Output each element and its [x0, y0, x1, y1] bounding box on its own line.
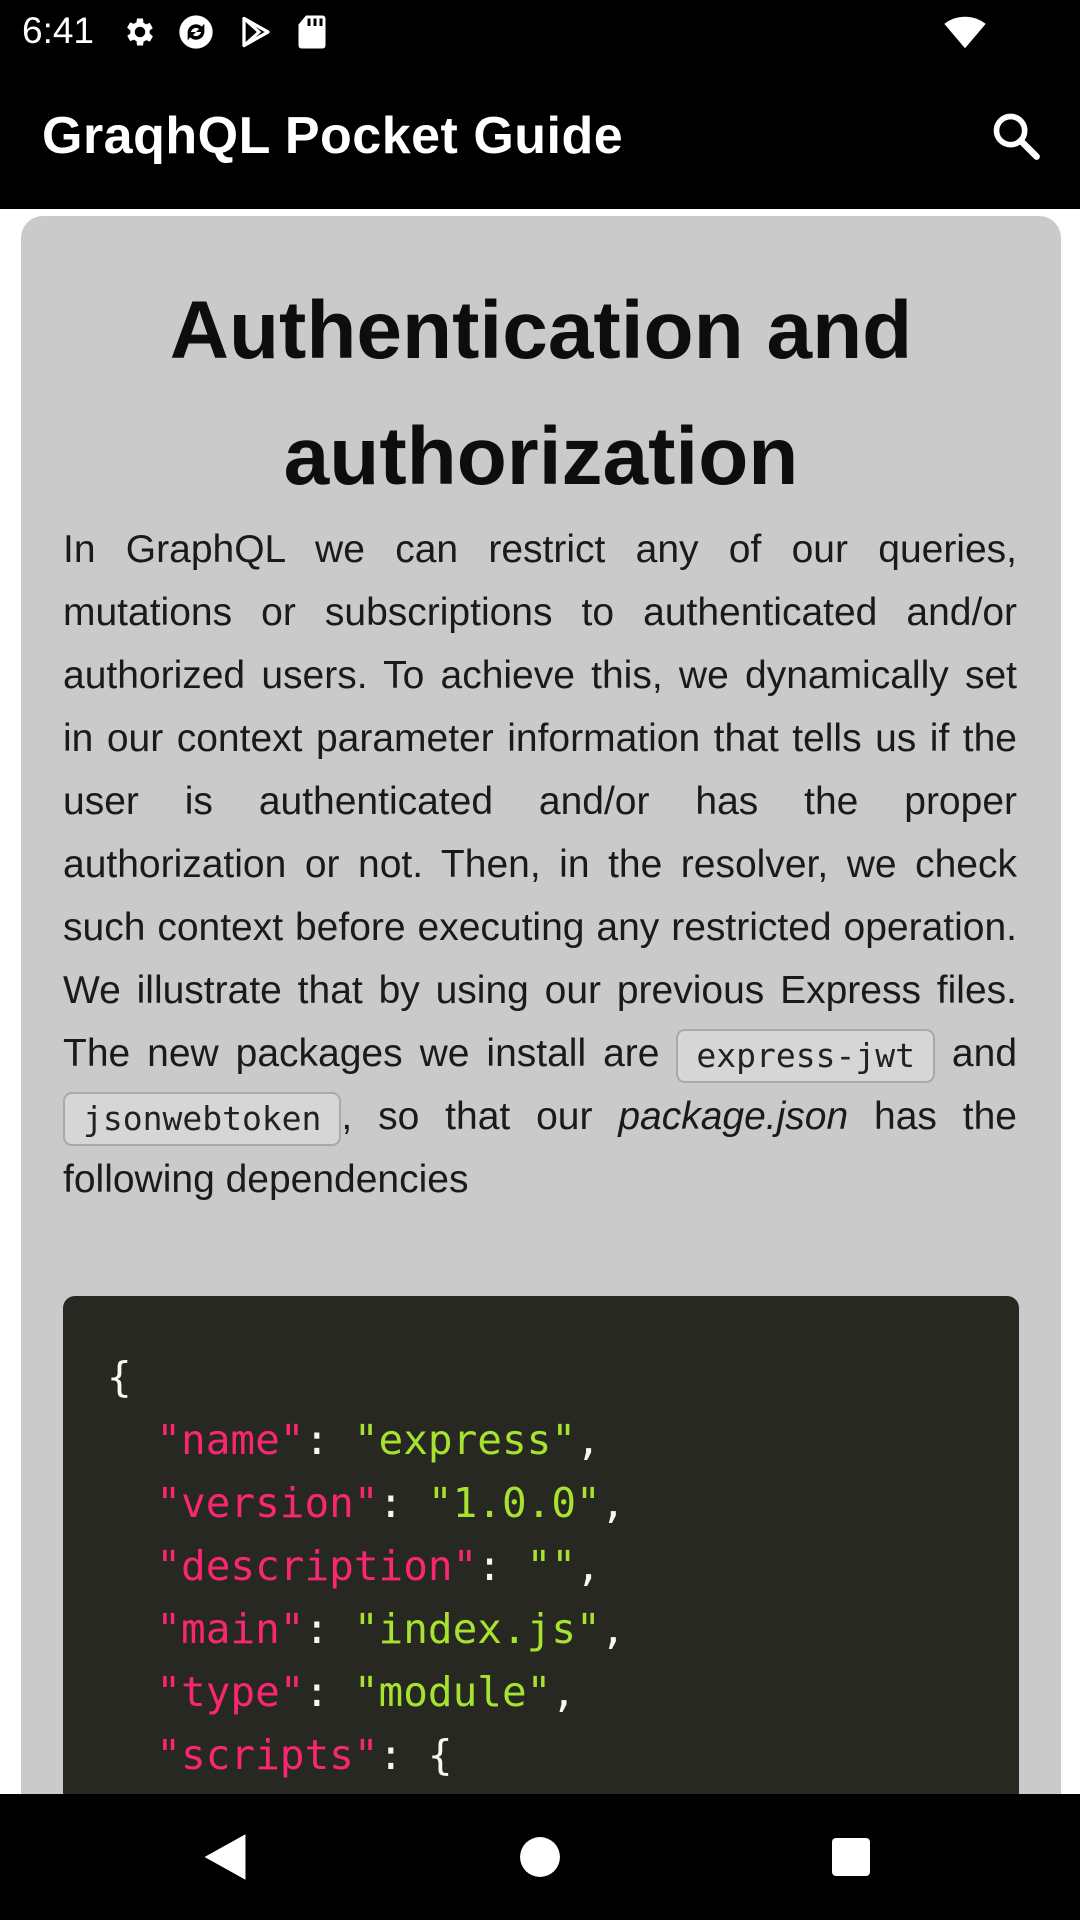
code-punctuation-token: , — [576, 1416, 601, 1464]
code-line: "main": "index.js", — [107, 1605, 625, 1653]
paragraph-text: and — [934, 1032, 1018, 1075]
code-line: "description": "", — [107, 1542, 601, 1590]
navigation-bar — [0, 1794, 1080, 1920]
code-string-token: "express" — [353, 1416, 577, 1464]
search-icon — [993, 113, 1040, 160]
code-punctuation-token: , — [600, 1479, 626, 1527]
recents-button[interactable] — [818, 1824, 884, 1890]
code-line: "version": "1.0.0", — [107, 1479, 625, 1527]
paragraph-text: , so that our — [341, 1095, 619, 1138]
app-bar: GraqhQL Pocket Guide — [0, 62, 1080, 209]
content-scroll-area[interactable]: Authentication and authorization In Grap… — [0, 209, 1080, 1794]
code-line: "scripts": { — [107, 1731, 453, 1779]
inline-code-express-jwt: express-jwt — [676, 1028, 935, 1083]
code-string-token: "" — [526, 1542, 577, 1590]
code-punctuation-token: : — [477, 1542, 527, 1590]
inline-code-jsonwebtoken: jsonwebtoken — [63, 1091, 342, 1146]
sd-card-icon — [292, 12, 332, 52]
article-card: Authentication and authorization In Grap… — [21, 216, 1061, 1794]
back-triangle-icon — [204, 1834, 246, 1880]
code-string-token: "1.0.0" — [427, 1479, 601, 1527]
article-paragraph: In GraphQL we can restrict any of our qu… — [63, 518, 1017, 1211]
code-punctuation-token: : — [304, 1605, 354, 1653]
code-line: { — [107, 1353, 132, 1401]
code-punctuation-token: , — [551, 1668, 577, 1716]
settings-gear-icon — [120, 12, 160, 52]
code-string-token: "index.js" — [353, 1605, 601, 1653]
code-punctuation-token: : { — [378, 1731, 453, 1779]
code-punctuation-token: , — [576, 1542, 601, 1590]
code-punctuation-token — [107, 1668, 156, 1716]
code-content: { "name": "express", "version": "1.0.0",… — [107, 1346, 897, 1794]
wifi-icon — [942, 12, 988, 52]
play-store-icon — [236, 12, 276, 52]
code-punctuation-token — [107, 1479, 156, 1527]
code-key-token: "scripts" — [156, 1731, 379, 1779]
code-punctuation-token — [107, 1605, 156, 1653]
code-punctuation-token — [107, 1731, 156, 1779]
status-time: 6:41 — [22, 10, 95, 51]
code-key-token: "name" — [156, 1416, 305, 1464]
app-title: GraqhQL Pocket Guide — [42, 107, 624, 165]
code-key-token: "version" — [156, 1479, 379, 1527]
back-button[interactable] — [192, 1824, 258, 1890]
search-button[interactable] — [984, 104, 1048, 168]
sync-app-icon — [176, 12, 216, 52]
code-string-token: "module" — [353, 1668, 552, 1716]
home-button[interactable] — [507, 1824, 573, 1890]
code-line: "type": "module", — [107, 1668, 576, 1716]
code-key-token: "description" — [156, 1542, 478, 1590]
code-punctuation-token — [107, 1542, 156, 1590]
article-title: Authentication and authorization — [169, 285, 913, 502]
paragraph-text: In GraphQL we can restrict any of our qu… — [63, 528, 1017, 1075]
status-bar: 6:41 — [0, 0, 1080, 62]
code-punctuation-token: , — [600, 1605, 626, 1653]
code-punctuation-token — [107, 1416, 156, 1464]
code-line: "name": "express", — [107, 1416, 601, 1464]
code-punctuation-token: : — [304, 1668, 354, 1716]
code-key-token: "main" — [156, 1605, 305, 1653]
home-circle-icon — [520, 1837, 560, 1877]
code-punctuation-token: : — [378, 1479, 428, 1527]
code-punctuation-token: { — [107, 1353, 132, 1401]
italic-filename: package.json — [618, 1095, 849, 1138]
code-punctuation-token: : — [304, 1416, 354, 1464]
code-key-token: "type" — [156, 1668, 305, 1716]
recents-square-icon — [832, 1838, 870, 1876]
code-block: { "name": "express", "version": "1.0.0",… — [63, 1296, 1019, 1794]
